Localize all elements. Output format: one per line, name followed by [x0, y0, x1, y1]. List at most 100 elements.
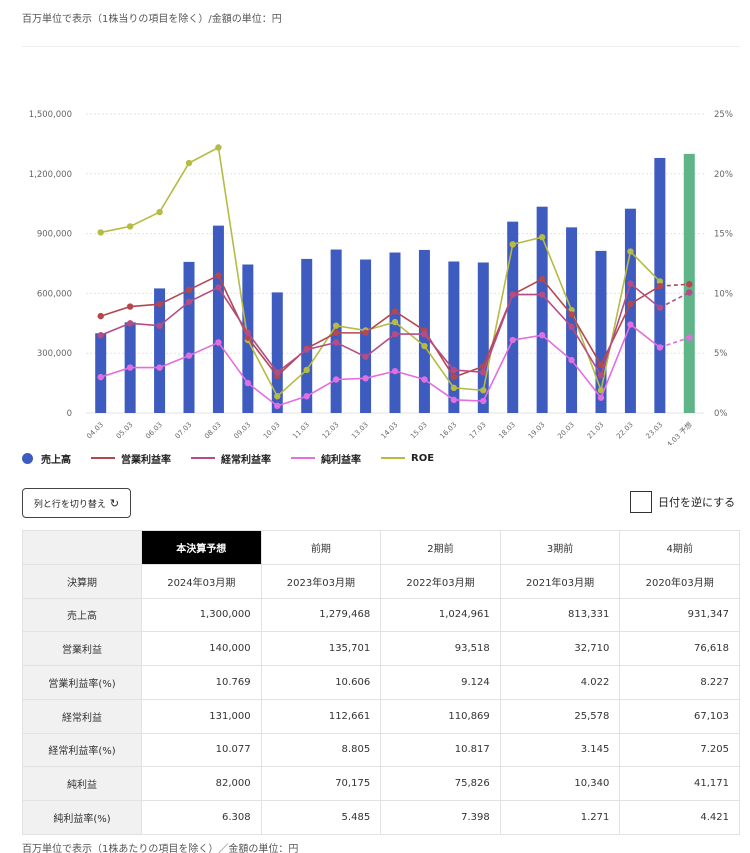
series-point: [450, 373, 458, 381]
x-tick-label: 10.03: [262, 421, 282, 441]
table-cell: 82,000: [141, 766, 262, 801]
table-cell: 10.769: [141, 665, 262, 700]
table-row: 売上高 1,300,000 1,279,468 1,024,961 813,331 931…: [22, 597, 740, 633]
series-point: [421, 342, 428, 350]
y-left-tick-label: 0: [67, 409, 72, 419]
table-cell: 3.145: [499, 732, 621, 768]
series-point: [597, 372, 605, 379]
series-point: [215, 339, 222, 346]
series-point: [332, 322, 340, 329]
legend-item-operating-margin[interactable]: 営業利益率: [91, 451, 171, 466]
series-point: [97, 312, 104, 320]
series-point: [450, 384, 458, 392]
series-point: [538, 291, 546, 298]
series-point: [156, 322, 163, 329]
series-point: [538, 275, 546, 283]
row-header: 経常利益: [22, 698, 142, 734]
series-point: [480, 387, 487, 394]
table-cell: 7.398: [380, 800, 501, 835]
series-point: [391, 367, 399, 375]
x-tick-label: 23.03: [644, 421, 664, 441]
series-point: [686, 289, 693, 296]
series-point: [391, 308, 399, 315]
series-point: [538, 233, 546, 241]
table-cell: 2021年03月期: [499, 563, 621, 599]
sales-bar: [183, 261, 195, 413]
table-cell: 7.205: [619, 732, 740, 768]
unit-note-top: 百万単位で表示（1株当りの項目を除く）/金額の単位：円: [22, 14, 282, 25]
table-cell: 32,710: [499, 631, 621, 666]
y-left-tick-label: 900,000: [37, 230, 72, 240]
legend-marker-line-icon: [91, 457, 115, 459]
series-point: [274, 393, 281, 400]
series-point: [480, 397, 487, 405]
table-row: 決算期 2024年03月期 2023年03月期 2022年03月期 2021年03月期 2…: [22, 563, 740, 599]
series-point: [450, 396, 458, 404]
series-point: [97, 229, 104, 236]
column-header: 2期前: [380, 530, 501, 565]
legend-item-ordinary-margin[interactable]: 経常利益率: [191, 451, 271, 466]
reverse-dates-toggle[interactable]: 日付を逆にする: [630, 491, 735, 513]
table-cell: 41,171: [619, 766, 740, 801]
refresh-icon: ↻: [109, 496, 120, 510]
series-point: [244, 329, 252, 337]
sales-bar: [95, 333, 107, 413]
table-cell: 67,103: [619, 698, 740, 734]
series-point: [185, 159, 193, 167]
x-tick-label: 08.03: [203, 421, 223, 441]
series-point: [97, 332, 104, 339]
series-point: [509, 291, 516, 298]
y-right-tick-label: 15%: [714, 230, 733, 240]
financial-chart: 0 300,000 600,000 900,000 1,200,000 1,500,000…: [29, 110, 733, 445]
table-row: 営業利益率(%) 10.769 10.606 9.124 4.022 8.227: [22, 665, 740, 700]
table-cell: 10.077: [141, 732, 262, 768]
unit-note-bottom: 百万単位で表示（1株あたりの項目を除く）／金額の単位：円: [22, 844, 299, 853]
x-tick-label: 15.03: [409, 421, 429, 441]
series-point: [627, 280, 634, 287]
y-left-tick-label: 1,200,000: [29, 170, 72, 180]
x-tick-label: 12.03: [321, 421, 341, 441]
legend-item-roe[interactable]: ROE: [381, 453, 434, 464]
sales-bar: [212, 225, 224, 413]
series-point: [215, 284, 222, 291]
series-point: [97, 373, 104, 381]
table-cell: 2020年03月期: [619, 563, 740, 599]
table-row: 経常利益 131,000 112,661 110,869 25,578 67,103: [22, 698, 740, 734]
table-cell: 2023年03月期: [260, 563, 382, 599]
series-point: [126, 320, 134, 327]
series-point: [362, 329, 369, 337]
series-point: [156, 364, 163, 371]
table-cell: 931,347: [619, 597, 740, 633]
legend-item-net-margin[interactable]: 純利益率: [291, 451, 361, 466]
series-point: [156, 300, 163, 308]
series-point: [156, 208, 163, 216]
table-cell: 6.308: [141, 800, 262, 835]
chart-legend: 売上高 営業利益率 経常利益率 純利益率 ROE: [22, 450, 454, 466]
sales-bar: [360, 259, 372, 413]
x-tick-label: 13.03: [350, 421, 370, 441]
series-point: [627, 248, 634, 255]
table-cell: 140,000: [141, 631, 262, 666]
x-tick-label: 14.03: [380, 421, 400, 441]
legend-marker-line-icon: [381, 457, 405, 459]
sales-bar: [301, 258, 313, 413]
swap-rows-columns-button[interactable]: 列と行を切り替え ↻: [22, 488, 131, 518]
table-row: 純利益率(%) 6.308 5.485 7.398 1.271 4.421: [22, 800, 740, 835]
table-cell: 8.805: [260, 732, 382, 768]
y-right-tick-label: 5%: [714, 349, 728, 359]
series-point: [215, 144, 222, 151]
series-point: [686, 334, 693, 341]
financial-table: 本決算予想 前期 2期前 3期前 4期前 決算期 2024年03月期 2023年03…: [22, 530, 740, 835]
y-right-tick-label: 10%: [714, 289, 733, 299]
series-point: [450, 366, 458, 374]
x-tick-label: 24.03 予想: [662, 420, 694, 445]
reverse-dates-checkbox[interactable]: [630, 491, 652, 513]
y-left-tick-label: 300,000: [37, 349, 72, 359]
series-point: [303, 366, 310, 374]
series-point: [332, 329, 340, 337]
table-row: 経常利益率(%) 10.077 8.805 10.817 3.145 7.205: [22, 732, 740, 768]
series-point: [509, 336, 516, 344]
series-point: [656, 304, 664, 311]
table-cell: 4.421: [619, 800, 740, 835]
legend-item-sales[interactable]: 売上高: [22, 451, 71, 466]
